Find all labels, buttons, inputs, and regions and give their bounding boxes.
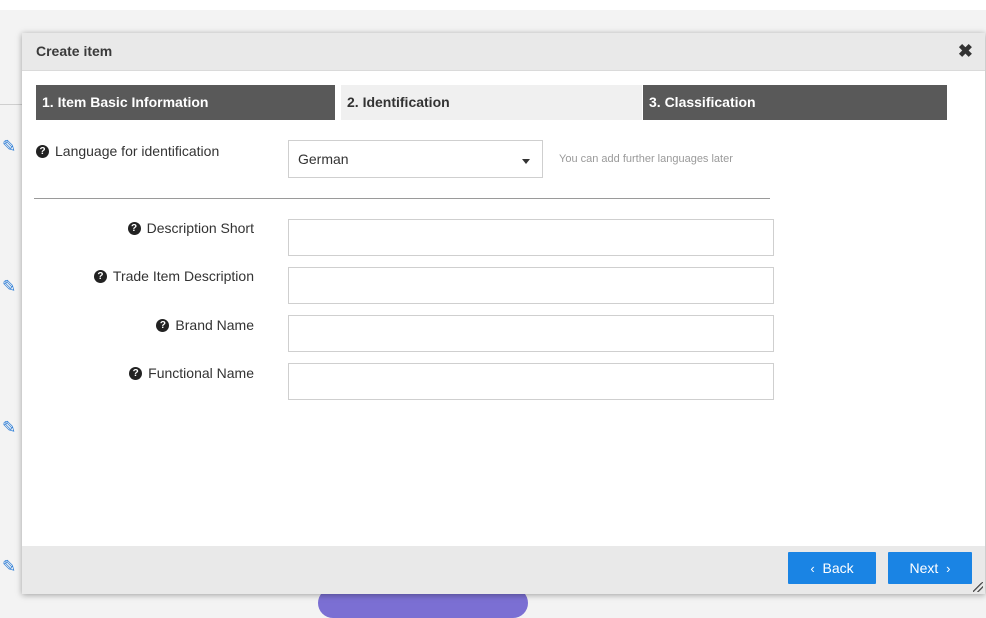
step-identification[interactable]: 2. Identification: [341, 85, 642, 120]
description-short-label-text: Description Short: [146, 220, 254, 236]
trade-item-description-label-text: Trade Item Description: [112, 268, 254, 284]
language-select[interactable]: German: [288, 140, 543, 178]
brand-name-label: ? Brand Name: [14, 317, 254, 333]
back-button[interactable]: ‹ Back: [788, 552, 876, 584]
step-item-basic-information[interactable]: 1. Item Basic Information: [36, 85, 335, 120]
background-top-strip: [0, 0, 986, 10]
language-selected-value: German: [298, 151, 349, 167]
help-circle-icon[interactable]: ?: [36, 144, 49, 158]
help-circle-icon[interactable]: ?: [156, 318, 170, 332]
edit-pencil-icon[interactable]: ✎: [2, 137, 20, 157]
wizard-steps: 1. Item Basic Information 2. Identificat…: [36, 85, 947, 120]
resize-grip[interactable]: [973, 582, 983, 592]
language-hint: You can add further languages later: [559, 153, 733, 165]
section-divider: [34, 198, 770, 199]
help-circle-icon[interactable]: ?: [129, 366, 143, 380]
brand-name-input[interactable]: [288, 315, 774, 352]
functional-name-label: ? Functional Name: [14, 365, 254, 381]
description-short-input[interactable]: [288, 219, 774, 256]
trade-item-description-label: ? Trade Item Description: [14, 268, 254, 284]
dialog-header: Create item ✖: [22, 33, 985, 71]
close-icon[interactable]: ✖: [958, 41, 973, 62]
dialog-title: Create item: [36, 43, 113, 59]
language-label-text: Language for identification: [55, 143, 220, 159]
description-short-label: ? Description Short: [14, 220, 254, 236]
edit-pencil-icon[interactable]: ✎: [2, 557, 20, 577]
caret-down-icon: [522, 159, 530, 164]
functional-name-input[interactable]: [288, 363, 774, 400]
brand-name-label-text: Brand Name: [175, 317, 254, 333]
language-label: ? Language for identification: [36, 143, 219, 159]
edit-pencil-icon[interactable]: ✎: [2, 418, 20, 438]
dialog-footer: ‹ Back Next ›: [22, 546, 985, 594]
step-classification[interactable]: 3. Classification: [643, 85, 947, 120]
chevron-right-icon: ›: [946, 561, 951, 576]
help-circle-icon[interactable]: ?: [93, 269, 107, 283]
next-button-label: Next: [909, 560, 939, 576]
trade-item-description-input[interactable]: [288, 267, 774, 304]
help-circle-icon[interactable]: ?: [127, 221, 141, 235]
background-divider: [0, 104, 22, 105]
chevron-left-icon: ‹: [810, 561, 815, 576]
create-item-dialog: Create item ✖ 1. Item Basic Information …: [22, 33, 985, 594]
next-button[interactable]: Next ›: [888, 552, 972, 584]
back-button-label: Back: [822, 560, 854, 576]
functional-name-label-text: Functional Name: [148, 365, 254, 381]
